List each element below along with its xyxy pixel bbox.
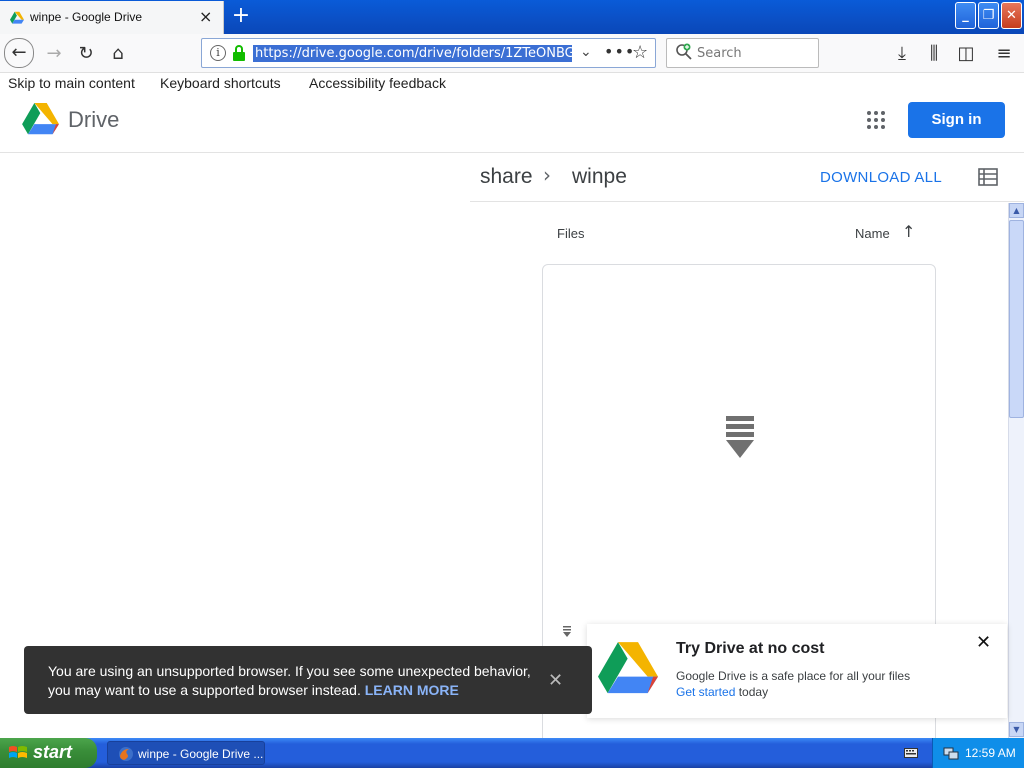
download-icon[interactable]: ⤓ bbox=[888, 40, 916, 68]
small-file-type-icon bbox=[563, 626, 571, 637]
breadcrumb: share › winpe DOWNLOAD ALL bbox=[470, 153, 1024, 202]
start-button[interactable]: start bbox=[0, 738, 97, 768]
minimize-button[interactable]: _ bbox=[955, 2, 976, 29]
try-drive-promo: Try Drive at no cost Google Drive is a s… bbox=[587, 624, 1007, 718]
file-download-icon bbox=[726, 416, 754, 458]
keyboard-icon[interactable] bbox=[904, 746, 918, 758]
promo-close-icon[interactable]: ✕ bbox=[976, 632, 991, 653]
search-placeholder: Search bbox=[697, 46, 742, 61]
close-window-button[interactable]: ✕ bbox=[1001, 2, 1022, 29]
restore-button[interactable]: ❐ bbox=[978, 2, 999, 29]
breadcrumb-current: winpe bbox=[572, 165, 627, 188]
forward-icon[interactable]: → bbox=[40, 40, 68, 68]
chevron-right-icon: › bbox=[543, 163, 551, 187]
scroll-down-arrow-icon[interactable]: ▼ bbox=[1009, 722, 1024, 737]
page-actions-icon[interactable]: ••• bbox=[604, 42, 635, 61]
taskbar-window-title: winpe - Google Drive ... bbox=[138, 747, 264, 761]
drive-product-name[interactable]: Drive bbox=[68, 107, 119, 133]
breadcrumb-parent[interactable]: share bbox=[480, 165, 533, 189]
get-started-link[interactable]: Get started bbox=[676, 685, 735, 699]
snackbar-message-line2: you may want to use a supported browser … bbox=[48, 682, 459, 698]
firefox-icon bbox=[119, 747, 133, 761]
drive-header: Drive Sign in bbox=[0, 93, 1024, 153]
tab-close-icon[interactable]: × bbox=[199, 8, 212, 26]
skip-to-main-link[interactable]: Skip to main content bbox=[8, 75, 135, 91]
snackbar-message-text: you may want to use a supported browser … bbox=[48, 682, 365, 698]
scroll-up-arrow-icon[interactable]: ▲ bbox=[1009, 203, 1024, 218]
sort-by-name-button[interactable]: Name bbox=[855, 226, 890, 241]
snackbar-message-line1: You are using an unsupported browser. If… bbox=[48, 663, 531, 679]
promo-cta-suffix: today bbox=[735, 685, 769, 699]
promo-cta-line: Get started today bbox=[676, 685, 768, 699]
taskbar-window-button[interactable]: winpe - Google Drive ... bbox=[107, 741, 265, 765]
address-bar[interactable]: i https://drive.google.com/drive/folders… bbox=[201, 38, 656, 68]
lock-icon[interactable] bbox=[232, 45, 246, 61]
library-icon[interactable]: ⫼ bbox=[920, 40, 948, 68]
back-icon[interactable]: ← bbox=[4, 38, 34, 68]
sign-in-button[interactable]: Sign in bbox=[908, 102, 1005, 138]
reload-icon[interactable]: ↻ bbox=[72, 40, 100, 68]
browser-title-bar: winpe - Google Drive × + _ ❐ ✕ bbox=[0, 0, 1024, 34]
windows-flag-icon bbox=[9, 746, 27, 758]
snackbar-close-icon[interactable]: ✕ bbox=[548, 670, 563, 691]
google-apps-grid-icon[interactable] bbox=[866, 110, 886, 130]
promo-title: Try Drive at no cost bbox=[676, 640, 825, 657]
site-info-icon[interactable]: i bbox=[210, 45, 226, 61]
browser-tab[interactable]: winpe - Google Drive × bbox=[0, 1, 224, 34]
keyboard-shortcuts-link[interactable]: Keyboard shortcuts bbox=[160, 75, 281, 91]
download-all-button[interactable]: DOWNLOAD ALL bbox=[820, 169, 942, 186]
clock[interactable]: 12:59 AM bbox=[965, 746, 1016, 760]
google-drive-favicon-icon bbox=[10, 11, 24, 24]
unsupported-browser-snackbar: You are using an unsupported browser. If… bbox=[24, 646, 592, 714]
sort-arrow-up-icon[interactable]: ↑ bbox=[902, 222, 915, 241]
google-drive-logo-icon[interactable] bbox=[22, 103, 59, 136]
browser-toolbar: ← → ↻ ⌂ i https://drive.google.com/drive… bbox=[0, 34, 1024, 73]
search-icon bbox=[676, 43, 692, 60]
url-text[interactable]: https://drive.google.com/drive/folders/1… bbox=[253, 45, 572, 62]
search-input[interactable]: Search bbox=[666, 38, 819, 68]
accessibility-feedback-link[interactable]: Accessibility feedback bbox=[309, 75, 446, 91]
scrollbar-thumb[interactable] bbox=[1009, 220, 1024, 418]
learn-more-link[interactable]: LEARN MORE bbox=[365, 682, 459, 698]
network-icon[interactable] bbox=[943, 745, 959, 761]
skip-links: Skip to main content Keyboard shortcuts … bbox=[0, 73, 1024, 93]
vertical-scrollbar[interactable]: ▲ ▼ bbox=[1008, 203, 1024, 738]
files-section-label: Files bbox=[557, 226, 585, 241]
hamburger-menu-icon[interactable]: ≡ bbox=[990, 40, 1018, 68]
home-icon[interactable]: ⌂ bbox=[104, 40, 132, 68]
new-tab-button[interactable]: + bbox=[230, 4, 252, 28]
system-tray: 12:59 AM bbox=[932, 738, 1024, 768]
google-drive-logo-icon bbox=[598, 642, 658, 694]
windows-taskbar: start winpe - Google Drive ... 12:59 AM bbox=[0, 738, 1024, 768]
list-view-icon[interactable] bbox=[978, 168, 998, 186]
bookmark-star-icon[interactable]: ☆ bbox=[632, 42, 648, 63]
tab-title: winpe - Google Drive bbox=[30, 10, 143, 24]
promo-description: Google Drive is a safe place for all you… bbox=[676, 669, 911, 683]
start-label: start bbox=[33, 742, 73, 762]
url-dropdown-icon[interactable]: ⌄ bbox=[580, 44, 592, 60]
sidebar-icon[interactable]: ◫ bbox=[952, 40, 980, 68]
